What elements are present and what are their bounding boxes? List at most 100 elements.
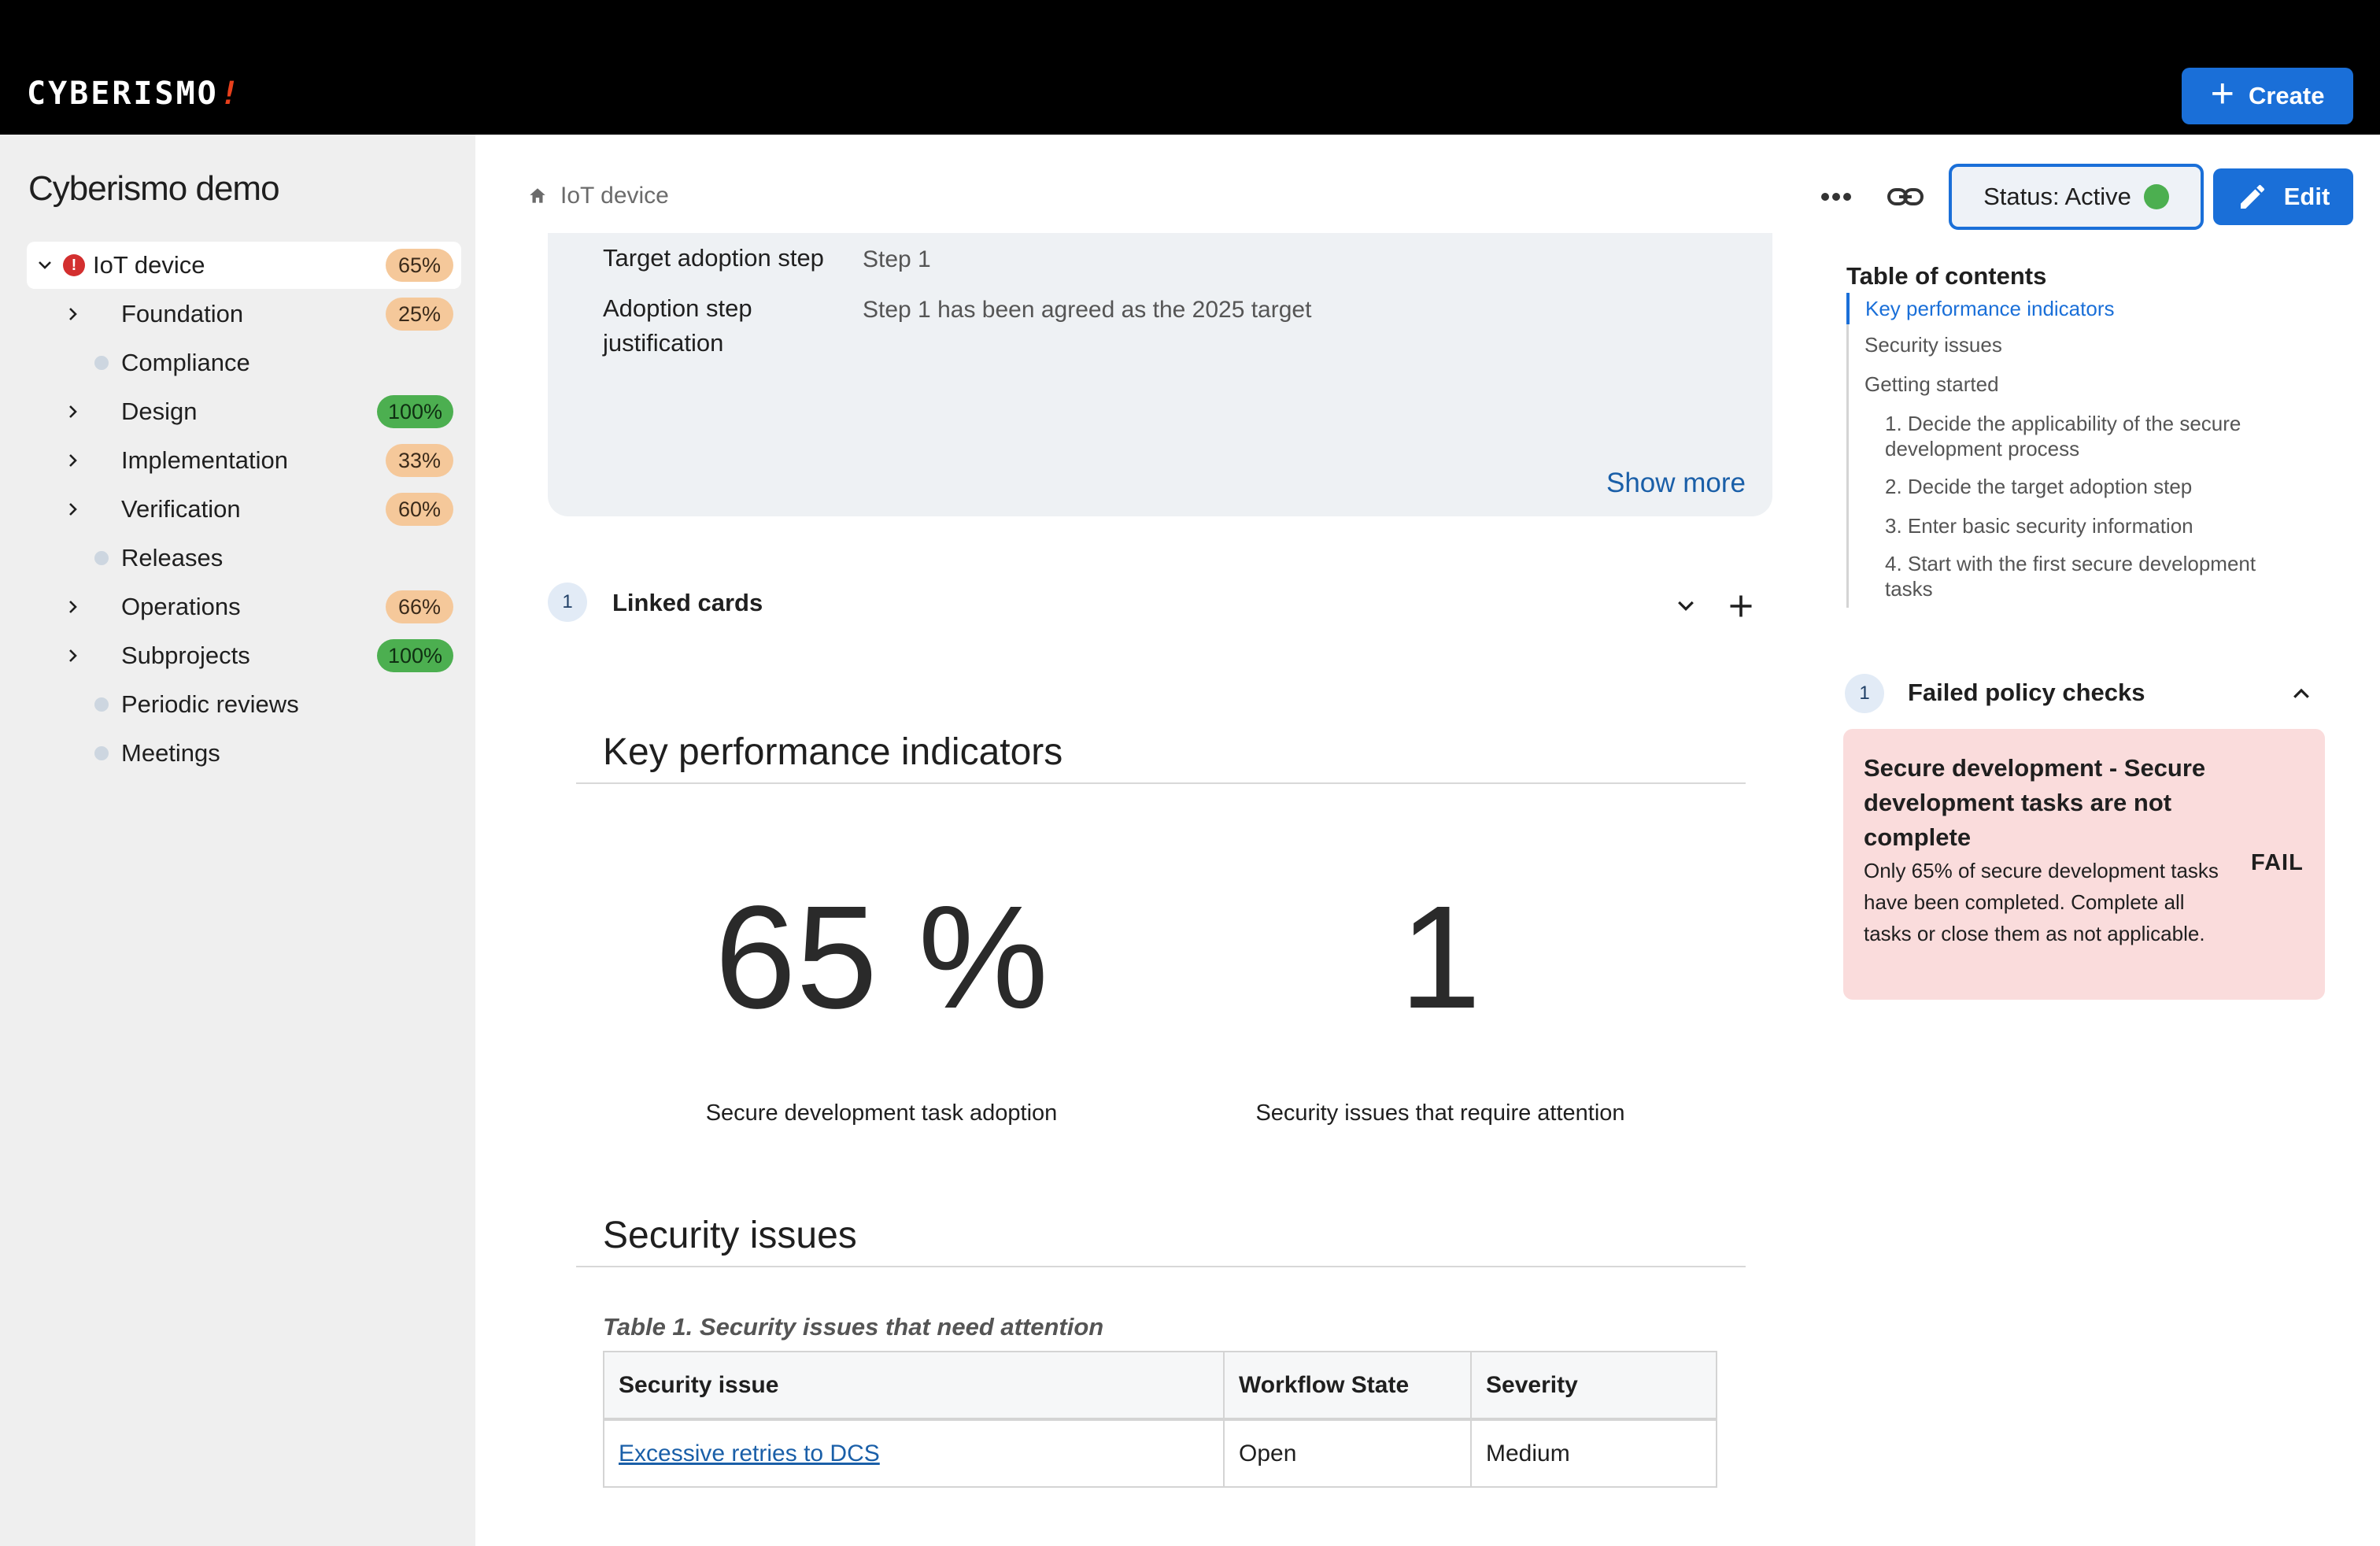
security-issues-section-title: Security issues: [603, 1215, 857, 1256]
toc-item-label: development process: [1885, 437, 2080, 460]
sidebar-item-subprojects[interactable]: Subprojects 100%: [0, 632, 475, 679]
sidebar-item-label: Implementation: [121, 446, 288, 474]
kpi-section-title: Key performance indicators: [603, 731, 1063, 773]
chevron-right-icon[interactable]: [61, 449, 85, 472]
sidebar-item-periodic-reviews[interactable]: Periodic reviews: [0, 681, 475, 728]
progress-badge: 60%: [386, 493, 453, 526]
progress-badge: 100%: [376, 395, 453, 428]
policy-checks-count: 1: [1845, 674, 1884, 713]
chevron-right-icon[interactable]: [61, 497, 85, 521]
sidebar-item-label: Verification: [121, 495, 241, 523]
toc-item[interactable]: Key performance indicators: [1846, 293, 2303, 324]
sidebar-item-foundation[interactable]: Foundation 25%: [0, 290, 475, 338]
sidebar-item-compliance[interactable]: Compliance: [0, 339, 475, 386]
plus-icon: [1730, 595, 1752, 617]
toc-item[interactable]: 4. Start with the first secure developme…: [1849, 537, 2303, 608]
table-header-row: Security issue Workflow State Severity: [603, 1351, 1717, 1421]
sidebar-item-releases[interactable]: Releases: [0, 534, 475, 582]
more-options-button[interactable]: [1816, 181, 1856, 213]
toc-item[interactable]: Getting started: [1849, 362, 2303, 401]
dot-icon: [94, 697, 109, 712]
toc-item[interactable]: 3. Enter basic security information: [1849, 499, 2303, 538]
sidebar-item-verification[interactable]: Verification 60%: [0, 486, 475, 533]
add-linked-card-button[interactable]: [1724, 589, 1758, 623]
more-horizontal-icon: [1821, 193, 1851, 201]
progress-badge: 25%: [386, 298, 453, 331]
kpi-label: Secure development task adoption: [705, 1100, 1058, 1126]
project-title[interactable]: Cyberismo demo: [28, 169, 280, 209]
sidebar-item-label: Meetings: [121, 739, 220, 767]
table-cell: Open: [1223, 1418, 1472, 1488]
section-divider: [576, 782, 1746, 784]
section-divider: [576, 1266, 1746, 1267]
toc-item[interactable]: Security issues: [1849, 324, 2303, 362]
chevron-right-icon[interactable]: [61, 302, 85, 326]
toc-list: Key performance indicators Security issu…: [1846, 293, 2303, 608]
copy-link-button[interactable]: [1884, 181, 1927, 213]
collapse-policy-checks-button[interactable]: [2286, 679, 2317, 710]
metadata-label: justification: [603, 329, 724, 357]
sidebar-item-label: IoT device: [93, 251, 205, 279]
metadata-label: Target adoption step: [603, 244, 824, 272]
logo[interactable]: CYBERISMO!: [27, 76, 242, 112]
create-label: Create: [2248, 82, 2325, 109]
policy-check-result: FAIL: [2251, 850, 2304, 875]
progress-badge: 33%: [386, 444, 453, 477]
status-indicator-icon: [2143, 184, 2169, 209]
toc-item[interactable]: 1. Decide the applicability of the secur…: [1849, 401, 2303, 461]
chevron-right-icon[interactable]: [61, 644, 85, 668]
policy-checks-title: Failed policy checks: [1908, 679, 2145, 706]
metadata-panel: Target adoption step Step 1 Adoption ste…: [548, 233, 1772, 516]
sidebar-item-label: Design: [121, 398, 198, 425]
top-bar: CYBERISMO! + Create: [0, 0, 2380, 135]
column-header: Workflow State: [1223, 1351, 1472, 1421]
chevron-down-icon: [1678, 601, 1694, 612]
metadata-label: Adoption step: [603, 294, 752, 322]
dot-icon: [94, 356, 109, 370]
progress-badge: 66%: [386, 590, 453, 623]
column-header: Severity: [1470, 1351, 1717, 1421]
sidebar-item-iot-device[interactable]: ! IoT device 65%: [0, 242, 475, 289]
breadcrumb: IoT device: [527, 183, 669, 209]
error-icon: !: [63, 254, 85, 276]
sidebar-item-label: Releases: [121, 544, 224, 571]
toc-item[interactable]: 2. Decide the target adoption step: [1849, 461, 2303, 499]
dot-icon: [94, 551, 109, 565]
expand-linked-cards-button[interactable]: [1670, 590, 1702, 622]
kpi-value: 1: [1399, 876, 1481, 1039]
chevron-right-icon[interactable]: [61, 595, 85, 619]
sidebar-item-operations[interactable]: Operations 66%: [0, 583, 475, 631]
table-caption: Table 1. Security issues that need atten…: [603, 1313, 1104, 1341]
pencil-icon: [2240, 184, 2264, 209]
security-issue-link[interactable]: Excessive retries to DCS: [619, 1441, 880, 1466]
failed-policy-card: Secure development - Secure development …: [1843, 729, 2325, 1000]
breadcrumb-item[interactable]: IoT device: [560, 183, 669, 209]
create-button[interactable]: + Create: [2182, 68, 2353, 124]
sidebar: Cyberismo demo ! IoT device 65% Foundati…: [0, 135, 475, 1546]
show-more-link[interactable]: Show more: [1606, 468, 1746, 499]
edit-label: Edit: [2283, 183, 2330, 210]
sidebar-item-design[interactable]: Design 100%: [0, 388, 475, 435]
column-header: Security issue: [603, 1351, 1225, 1421]
policy-check-description: Only 65% of secure development tasks hav…: [1864, 859, 2219, 945]
toc-item-label: 4. Start with the first secure developme…: [1885, 552, 2256, 575]
chevron-down-icon[interactable]: [33, 253, 57, 277]
status-label: Status: Active: [1983, 183, 2131, 210]
chevron-right-icon[interactable]: [61, 400, 85, 423]
linked-cards-count: 1: [548, 583, 587, 622]
sidebar-item-meetings[interactable]: Meetings: [0, 730, 475, 777]
table-cell: Excessive retries to DCS: [603, 1418, 1225, 1488]
security-issues-table: Security issue Workflow State Severity E…: [603, 1351, 1717, 1488]
toc-title: Table of contents: [1846, 262, 2047, 290]
logo-mark: !: [220, 76, 242, 112]
failed-policy-checks-header: 1 Failed policy checks: [1845, 674, 2325, 715]
edit-button[interactable]: Edit: [2213, 168, 2353, 225]
link-icon: [1887, 188, 1924, 205]
sidebar-item-implementation[interactable]: Implementation 33%: [0, 437, 475, 484]
linked-cards-header: 1 Linked cards: [548, 583, 1772, 627]
status-button[interactable]: Status: Active: [1949, 164, 2204, 230]
policy-check-title: Secure development - Secure development …: [1864, 754, 2206, 851]
dot-icon: [94, 746, 109, 760]
home-icon[interactable]: [527, 186, 548, 206]
logo-text: CYBERISMO: [27, 76, 219, 112]
